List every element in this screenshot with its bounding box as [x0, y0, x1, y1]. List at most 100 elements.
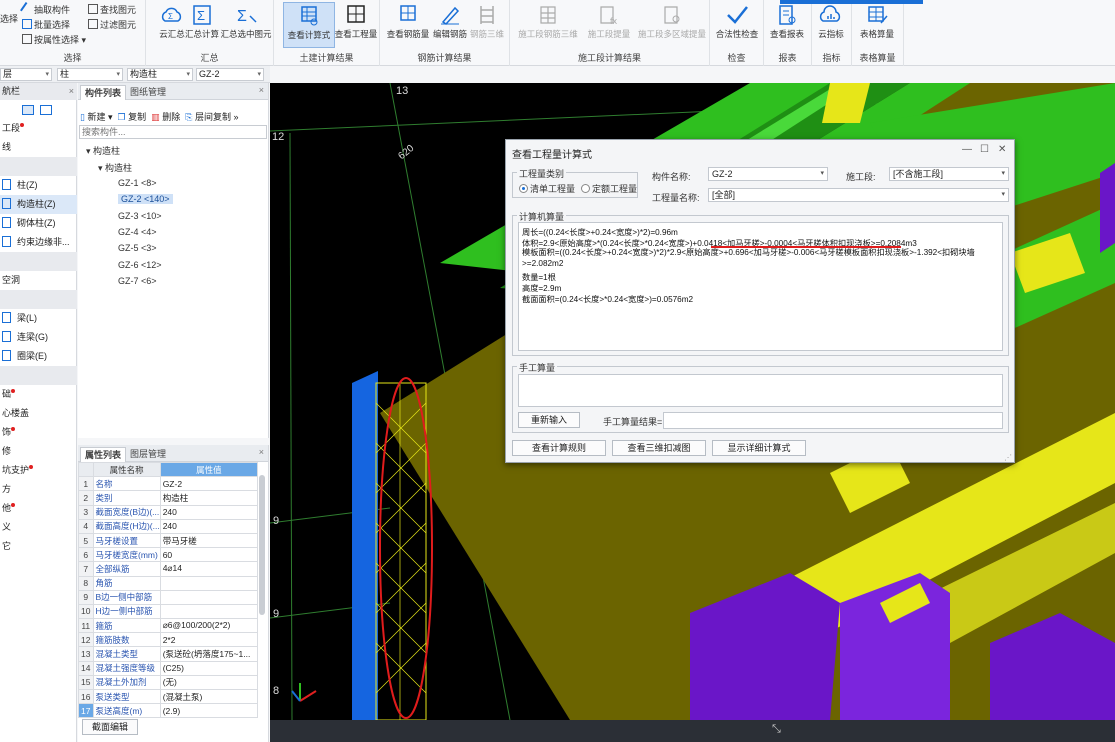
category-select[interactable]: 柱 ▾	[57, 68, 123, 81]
component-tree-item[interactable]: GZ-7 <6>	[118, 276, 157, 286]
component-tree-item[interactable]: GZ-1 <8>	[118, 178, 157, 188]
component-tree-item[interactable]: GZ-6 <12>	[118, 260, 162, 270]
property-row[interactable]: 13 混凝土类型 (泵送砼(坍落度175~1...	[78, 646, 259, 662]
property-value-cell[interactable]: (无)	[159, 674, 259, 691]
view-report-button[interactable]: 查看报表	[764, 2, 810, 48]
nav-item[interactable]: 梁(L)	[0, 309, 77, 328]
nav-item[interactable]: 坑支护	[0, 461, 77, 480]
tab-layer-management[interactable]: 图层管理	[126, 447, 170, 462]
section-edit-button[interactable]: 截面编辑	[82, 719, 138, 735]
component-tree-item[interactable]: GZ-2 <140>	[118, 194, 173, 205]
collapse-icon[interactable]: ⤡	[772, 723, 781, 736]
type-select[interactable]: 构造柱 ▾	[127, 68, 193, 81]
manual-calc-textbox[interactable]	[518, 374, 1003, 407]
nav-item[interactable]: 修	[0, 442, 77, 461]
more-icon[interactable]: »	[233, 112, 238, 122]
property-row[interactable]: 14 混凝土强度等级 (C25)	[78, 660, 259, 676]
tree-root[interactable]: ▾ 构造柱	[86, 144, 120, 157]
property-row[interactable]: 12 箍筋肢数 2*2	[78, 632, 259, 648]
property-value-cell[interactable]: (混凝土泵)	[159, 688, 259, 705]
property-row[interactable]: 11 箍筋 ⌀6@100/200(2*2)	[78, 618, 259, 634]
property-value-cell[interactable]: (泵送砼(坍落度175~1...	[159, 646, 259, 662]
property-value-cell[interactable]: (2.9)	[159, 703, 259, 719]
property-value-cell[interactable]	[159, 575, 259, 591]
property-row[interactable]: 3 截面宽度(B边)(... 240	[78, 504, 259, 520]
table-calc-button[interactable]: 表格算量	[852, 2, 902, 48]
property-row[interactable]: 4 截面高度(H边)(... 240	[78, 518, 259, 534]
resize-grip-icon[interactable]: ⋰	[1004, 453, 1012, 462]
component-name-select[interactable]: GZ-2 ▾	[708, 167, 828, 181]
property-value-cell[interactable]: 带马牙槎	[159, 532, 259, 549]
filter-element-button[interactable]: 过滤图元	[88, 18, 136, 31]
property-value-cell[interactable]	[159, 589, 259, 605]
nav-item[interactable]: 约束边缘非...	[0, 233, 77, 252]
nav-item[interactable]: 圈梁(E)	[0, 347, 77, 366]
nav-item[interactable]: 空洞	[0, 271, 77, 290]
stage-multi-area-button[interactable]: 施工段多区域提量	[636, 2, 708, 48]
floor-copy-button[interactable]: ⎘ 层间复制	[185, 112, 231, 122]
close-icon[interactable]: ×	[259, 85, 264, 95]
grid-view-icon[interactable]	[40, 105, 52, 115]
batch-select-button[interactable]: 批量选择	[22, 18, 70, 31]
property-value-cell[interactable]: 4⌀14	[159, 561, 259, 577]
close-icon[interactable]: ×	[69, 83, 74, 100]
radio-list-quantity[interactable]: 清单工程量	[519, 182, 575, 195]
nav-item[interactable]: 础	[0, 385, 77, 404]
property-value-cell[interactable]	[159, 603, 259, 620]
nav-item[interactable]: 构造柱(Z)	[0, 195, 77, 214]
radio-quota-quantity[interactable]: 定额工程量	[581, 182, 637, 195]
property-row[interactable]: 2 类别 构造柱	[78, 490, 259, 506]
property-row[interactable]: 15 混凝土外加剂 (无)	[78, 674, 259, 691]
tree-child[interactable]: ▾ 构造柱	[98, 161, 132, 174]
component-tree-item[interactable]: GZ-5 <3>	[118, 243, 157, 253]
find-element-button[interactable]: 查找图元	[88, 3, 136, 16]
property-row[interactable]: 10 H边一侧中部筋	[78, 603, 259, 620]
property-row[interactable]: 6 马牙槎宽度(mm) 60	[78, 547, 259, 563]
nav-item[interactable]: 连梁(G)	[0, 328, 77, 347]
summary-selected-button[interactable]: Σ 汇总选中图元	[218, 2, 274, 48]
floor-select[interactable]: 层 ▾	[0, 68, 52, 81]
close-icon[interactable]: ×	[259, 447, 264, 457]
property-value-cell[interactable]: 构造柱	[159, 490, 259, 506]
property-value-cell[interactable]: ⌀6@100/200(2*2)	[159, 618, 259, 634]
view-quantity-button[interactable]: 查看工程量	[330, 2, 382, 48]
nav-item[interactable]: 线	[0, 138, 77, 157]
cloud-index-button[interactable]: 云指标	[812, 2, 850, 48]
nav-item[interactable]: 砌体柱(Z)	[0, 214, 77, 233]
property-value-cell[interactable]: 240	[159, 504, 259, 520]
property-row[interactable]: 17 泵送高度(m) (2.9)	[78, 703, 259, 719]
nav-item[interactable]: 方	[0, 480, 77, 499]
component-select[interactable]: GZ-2 ▾	[196, 68, 264, 81]
property-value-cell[interactable]: 240	[159, 518, 259, 534]
property-row[interactable]: 16 泵送类型 (混凝土泵)	[78, 688, 259, 705]
property-value-cell[interactable]: (C25)	[159, 660, 259, 676]
nav-item[interactable]: 义	[0, 518, 77, 537]
component-tree-item[interactable]: GZ-4 <4>	[118, 227, 157, 237]
computer-calc-textbox[interactable]: 周长=((0.24<长度>+0.24<宽度>)*2)=0.96m 体积=2.9<…	[518, 222, 1003, 351]
select-by-attr-button[interactable]: 按属性选择 ▾	[22, 33, 86, 46]
property-row[interactable]: 5 马牙槎设置 带马牙槎	[78, 532, 259, 549]
view-3d-deduction-button[interactable]: 查看三维扣减图	[612, 440, 706, 456]
tab-attribute-list[interactable]: 属性列表	[80, 447, 127, 462]
component-tree-item[interactable]: GZ-3 <10>	[118, 211, 162, 221]
stage-quantity-button[interactable]: fx 施工段提量	[582, 2, 636, 48]
nav-item[interactable]: 工段	[0, 119, 77, 138]
properties-scrollbar[interactable]	[259, 475, 265, 615]
property-row[interactable]: 7 全部纵筋 4⌀14	[78, 561, 259, 577]
property-row[interactable]: 1 名称 GZ-2	[78, 476, 259, 492]
stage-rebar-3d-button[interactable]: 施工段钢筋三维	[516, 2, 580, 48]
property-value-cell[interactable]: 2*2	[159, 632, 259, 648]
minimize-icon[interactable]: —	[962, 144, 972, 155]
new-button[interactable]: ▯ 新建 ▾	[80, 112, 113, 122]
nav-item[interactable]: 他	[0, 499, 77, 518]
property-row[interactable]: 9 B边一侧中部筋	[78, 589, 259, 605]
stage-select[interactable]: [不含施工段] ▾	[889, 167, 1009, 181]
nav-item[interactable]: 心楼盖	[0, 404, 77, 423]
select-button[interactable]: 选择	[0, 12, 18, 25]
legality-check-button[interactable]: 合法性检查	[711, 2, 763, 48]
view-rules-button[interactable]: 查看计算规则	[512, 440, 606, 456]
pick-component-button[interactable]: 抽取构件	[20, 2, 70, 16]
tab-drawing-management[interactable]: 图纸管理	[126, 85, 170, 100]
delete-button[interactable]: ▥ 删除	[151, 112, 180, 122]
rebar-3d-button[interactable]: 钢筋三维	[466, 2, 508, 48]
